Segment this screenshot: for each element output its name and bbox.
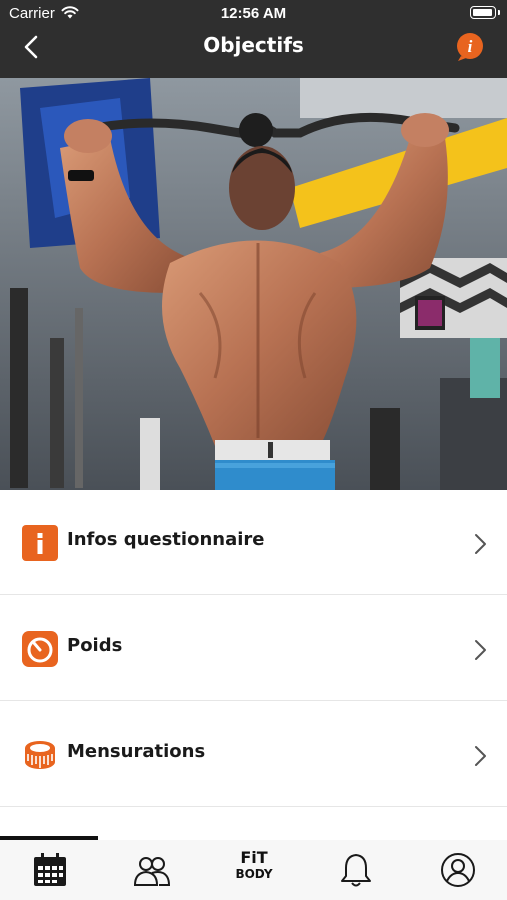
status-bar: Carrier 12:56 AM (0, 0, 507, 28)
menu-item-label: Poids (67, 635, 123, 656)
menu-item-label: Infos questionnaire (67, 529, 265, 550)
profile-icon[interactable] (438, 850, 478, 890)
calendar-icon[interactable] (30, 850, 70, 890)
menu-item-mensurations[interactable]: Mensurations (0, 702, 507, 807)
brand-line-2: BODY (235, 867, 273, 881)
brand-line-1: FiT (240, 848, 268, 867)
svg-text:i: i (468, 37, 473, 56)
chevron-right-icon (475, 534, 486, 554)
page-title: Objectifs (203, 33, 304, 57)
info-button[interactable]: i (455, 32, 485, 62)
community-icon[interactable] (132, 850, 172, 890)
scale-icon (22, 631, 58, 667)
battery-icon (470, 6, 500, 19)
bell-icon[interactable] (336, 850, 376, 890)
menu-item-poids[interactable]: Poids (0, 596, 507, 701)
chevron-right-icon (475, 640, 486, 660)
fitbody-logo[interactable]: FiT BODY (232, 850, 276, 890)
hero-image (0, 78, 507, 490)
menu-item-label: Mensurations (67, 741, 206, 762)
tape-measure-icon (25, 741, 55, 769)
info-icon (22, 525, 58, 561)
top-bar: Carrier 12:56 AM Objectifs i (0, 0, 507, 78)
tab-bar: FiT BODY (0, 840, 507, 900)
menu-item-infos-questionnaire[interactable]: Infos questionnaire (0, 490, 507, 595)
status-time: 12:56 AM (220, 5, 287, 22)
chevron-right-icon (475, 746, 486, 766)
hero-photo (0, 78, 507, 490)
